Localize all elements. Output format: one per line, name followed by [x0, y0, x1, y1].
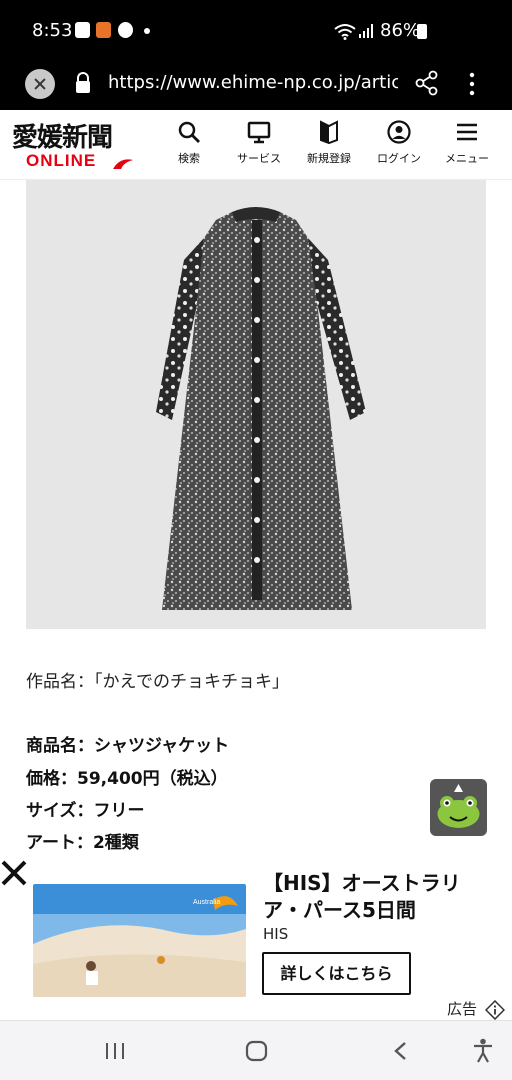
- close-icon[interactable]: [0, 858, 28, 888]
- nav-menu[interactable]: メニュー: [432, 120, 502, 166]
- back-icon[interactable]: [392, 1041, 410, 1061]
- browser-toolbar: https://www.ehime-np.co.jp/artic: [0, 58, 512, 110]
- wifi-icon: [334, 24, 356, 40]
- app-icon: [118, 22, 133, 38]
- recent-apps-icon[interactable]: [104, 1041, 126, 1061]
- nav-services[interactable]: サービス: [224, 120, 294, 166]
- site-header: 愛媛新聞 ONLINE 検索 サービス 新規登録 ログイン メニュー: [0, 110, 512, 180]
- battery-icon: [417, 24, 427, 39]
- ad-label: 広告: [447, 1000, 478, 1018]
- nav-label: 検索: [178, 152, 200, 165]
- more-vertical-icon[interactable]: [462, 70, 482, 98]
- ad-image-text: Australia: [193, 899, 220, 906]
- logo-main: 愛媛新聞: [12, 123, 113, 153]
- battery-percent: 86%: [380, 20, 421, 41]
- ad-image[interactable]: Australia: [33, 884, 246, 997]
- accessibility-icon[interactable]: [472, 1038, 494, 1064]
- ad-banner[interactable]: Australia 【HIS】オーストラリア・パース5日間 HIS 詳しくはこち…: [0, 858, 512, 1020]
- nav-label: 新規登録: [307, 152, 351, 165]
- info-icon[interactable]: [485, 1000, 505, 1020]
- bookmark-icon: [320, 120, 338, 144]
- url-field[interactable]: https://www.ehime-np.co.jp/artic: [108, 72, 398, 93]
- spec-product-name: 商品名：シャツジャケット: [26, 736, 230, 756]
- product-image: [26, 180, 486, 629]
- spec-size: サイズ：フリー: [26, 801, 145, 821]
- lock-icon: [76, 72, 90, 93]
- ad-title[interactable]: 【HIS】オーストラリア・パース5日間: [263, 870, 495, 924]
- app-icon: [96, 22, 111, 38]
- logo-mark-icon: [113, 159, 133, 169]
- logo-sub: ONLINE: [26, 151, 97, 170]
- home-icon[interactable]: [245, 1040, 269, 1062]
- monitor-icon: [247, 121, 271, 144]
- nav-label: メニュー: [445, 152, 489, 165]
- spec-price: 価格：59,400円（税込）: [26, 769, 228, 789]
- app-icon: [75, 22, 90, 38]
- dot-icon: [144, 28, 150, 34]
- status-time: 8:53: [32, 20, 73, 41]
- ad-cta-button[interactable]: 詳しくはこちら: [262, 952, 411, 995]
- ad-advertiser: HIS: [263, 925, 289, 943]
- mascot-button[interactable]: [430, 779, 487, 836]
- dress-image: [156, 207, 366, 610]
- signal-icon: [359, 24, 373, 38]
- menu-icon: [457, 123, 477, 141]
- user-icon: [387, 120, 411, 144]
- site-logo[interactable]: 愛媛新聞 ONLINE: [12, 123, 133, 170]
- nav-label: サービス: [237, 152, 281, 165]
- nav-login[interactable]: ログイン: [364, 120, 434, 166]
- work-name: 作品名：「かえでのチョキチョキ」: [26, 672, 289, 692]
- status-bar: 8:53 86%: [0, 0, 512, 58]
- spec-art: アート：2種類: [26, 833, 139, 853]
- mascot-icon: [437, 784, 480, 828]
- system-nav-bar: [0, 1020, 512, 1080]
- search-icon: [178, 121, 200, 143]
- nav-label: ログイン: [377, 152, 421, 165]
- share-icon[interactable]: [414, 70, 440, 96]
- nav-search[interactable]: 検索: [154, 120, 224, 166]
- close-icon[interactable]: [25, 69, 55, 99]
- nav-register[interactable]: 新規登録: [294, 120, 364, 166]
